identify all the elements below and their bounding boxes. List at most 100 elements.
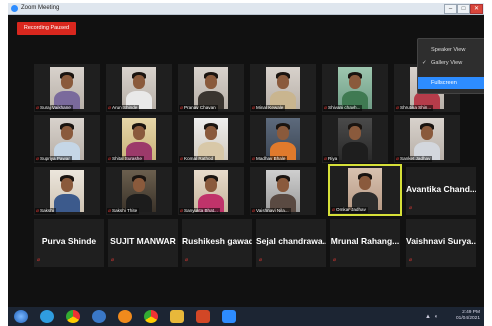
muted-mic-icon: ⌀ [108,156,112,162]
participant-video [50,170,84,212]
volume-icon[interactable]: ◖ [434,314,438,320]
muted-mic-icon: ⌀ [396,105,400,111]
view-menu: Speaker View ▬ ✓ Gallery View ☰ Fullscre… [417,38,484,94]
menu-item-fullscreen[interactable]: Fullscreen [418,77,484,89]
participant-name: Vaishnavi Surya... [406,236,476,246]
chrome-icon[interactable] [144,310,158,323]
participant-tile[interactable]: Avantika Chand... ⌀ [406,167,476,215]
participant-name: Minal Kewale [256,105,284,110]
participant-name: Vaishnavi Nila... [256,208,289,213]
participant-tile[interactable]: ⌀Shital Surashe [106,115,172,163]
participant-tile[interactable]: Sejal chandrawa... ⌀ [256,219,326,267]
participant-tile[interactable]: ⌀Suraj Vaikhane [34,64,100,112]
participant-tile[interactable]: ⌀Sanket Jadhav [394,115,460,163]
participant-video [266,67,300,109]
muted-mic-icon: ⌀ [332,207,336,213]
muted-mic-icon: ⌀ [37,257,41,263]
participant-video [410,118,444,160]
file-explorer-icon[interactable] [170,310,184,323]
participant-tile[interactable]: ⌀Sakshi [34,167,100,215]
system-clock[interactable]: 2:49 PM 01/04/2021 [456,310,480,322]
muted-mic-icon: ⌀ [36,208,40,214]
zoom-logo-icon [11,5,18,12]
participant-video [122,67,156,109]
participant-video [338,67,372,109]
minimize-button[interactable]: – [444,4,457,14]
zoom-screen: Zoom Meeting – □ ✕ Recording Paused ⌀Sur… [8,3,484,326]
start-button[interactable] [14,310,28,323]
participant-tile-active-speaker[interactable]: ⌀Omkar Jadhav [328,164,402,216]
maximize-button[interactable]: □ [457,4,470,14]
participant-name: Purva Shinde [41,236,97,246]
participant-name: Sanket Jadhav [400,156,431,161]
participant-name: Shital Surashe [112,156,142,161]
network-icon[interactable]: ▲ [425,314,431,320]
participant-name: SUJIT MANWAR [110,236,176,246]
participant-tile[interactable]: SUJIT MANWAR ⌀ [108,219,178,267]
participant-name: Sakshi [40,208,54,213]
muted-mic-icon: ⌀ [108,105,112,111]
ie-icon[interactable] [92,310,106,323]
participant-video [338,118,372,160]
participant-video [266,170,300,212]
muted-mic-icon: ⌀ [111,257,115,263]
muted-mic-icon: ⌀ [180,105,184,111]
zoom-icon[interactable] [222,310,236,323]
participant-name: Madhav Bhale [256,156,286,161]
participant-tile[interactable]: ⌀Minal Kewale [250,64,316,112]
recording-paused-badge[interactable]: Recording Paused [17,22,76,35]
participant-name: Sanyukta Bhat... [184,208,218,213]
muted-mic-icon: ⌀ [180,208,184,214]
participant-name: Komal Rathod [184,156,214,161]
close-button[interactable]: ✕ [470,4,483,14]
muted-mic-icon: ⌀ [409,205,413,211]
participant-video [50,118,84,160]
checkmark-icon: ✓ [422,60,427,66]
participant-tile[interactable]: ⌀Shivani chavh... [322,64,388,112]
participant-video [348,168,382,210]
participant-video [266,118,300,160]
muted-mic-icon: ⌀ [324,105,328,111]
participant-name: Rushikesh gawad [182,236,252,246]
muted-mic-icon: ⌀ [409,257,413,263]
participant-name: Arun Shinde [112,105,138,110]
participant-video [122,118,156,160]
participant-tile[interactable]: ⌀Arun Shinde [106,64,172,112]
muted-mic-icon: ⌀ [259,257,263,263]
window-title: Zoom Meeting [21,5,60,11]
participant-name: Avantika Chand... [406,184,476,194]
participant-tile[interactable]: ⌀Supriya Pawar [34,115,100,163]
participant-name: Omkar Jadhav [336,207,366,212]
participant-name: Supriya Pawar [40,156,70,161]
menu-item-gallery-view[interactable]: ✓ Gallery View ☰ [418,57,484,69]
participant-tile[interactable]: ⌀Pranav Chavan [178,64,244,112]
edge-icon[interactable] [40,310,54,323]
participant-tile[interactable]: ⌀Riya [322,115,388,163]
participant-name: Shrutika Shin... [400,105,432,110]
participant-video [194,170,228,212]
media-player-icon[interactable] [118,310,132,323]
powerpoint-icon[interactable] [196,310,210,323]
participant-name: Mrunal Rahang... [330,236,400,246]
participant-tile[interactable]: Purva Shinde ⌀ [34,219,104,267]
participant-tile[interactable]: Rushikesh gawad ⌀ [182,219,252,267]
participant-video [194,118,228,160]
participant-tile[interactable]: Vaishnavi Surya... ⌀ [406,219,476,267]
muted-mic-icon: ⌀ [36,156,40,162]
participant-video [194,67,228,109]
muted-mic-icon: ⌀ [252,208,256,214]
participant-tile[interactable]: ⌀Madhav Bhale [250,115,316,163]
menu-item-speaker-view[interactable]: Speaker View ▬ [418,44,484,56]
participant-tile[interactable]: ⌀Sakshi Thite [106,167,172,215]
participant-tile[interactable]: ⌀Vaishnavi Nila... [250,167,316,215]
participant-tile[interactable]: ⌀Komal Rathod [178,115,244,163]
muted-mic-icon: ⌀ [324,156,328,162]
participant-tile[interactable]: Mrunal Rahang... ⌀ [330,219,400,267]
chrome-icon[interactable] [66,310,80,323]
participant-tile[interactable]: ⌀Sanyukta Bhat... [178,167,244,215]
muted-mic-icon: ⌀ [252,156,256,162]
participant-video [50,67,84,109]
muted-mic-icon: ⌀ [396,156,400,162]
participant-name: Sejal chandrawa... [256,236,326,246]
participant-name: Sakshi Thite [112,208,138,213]
